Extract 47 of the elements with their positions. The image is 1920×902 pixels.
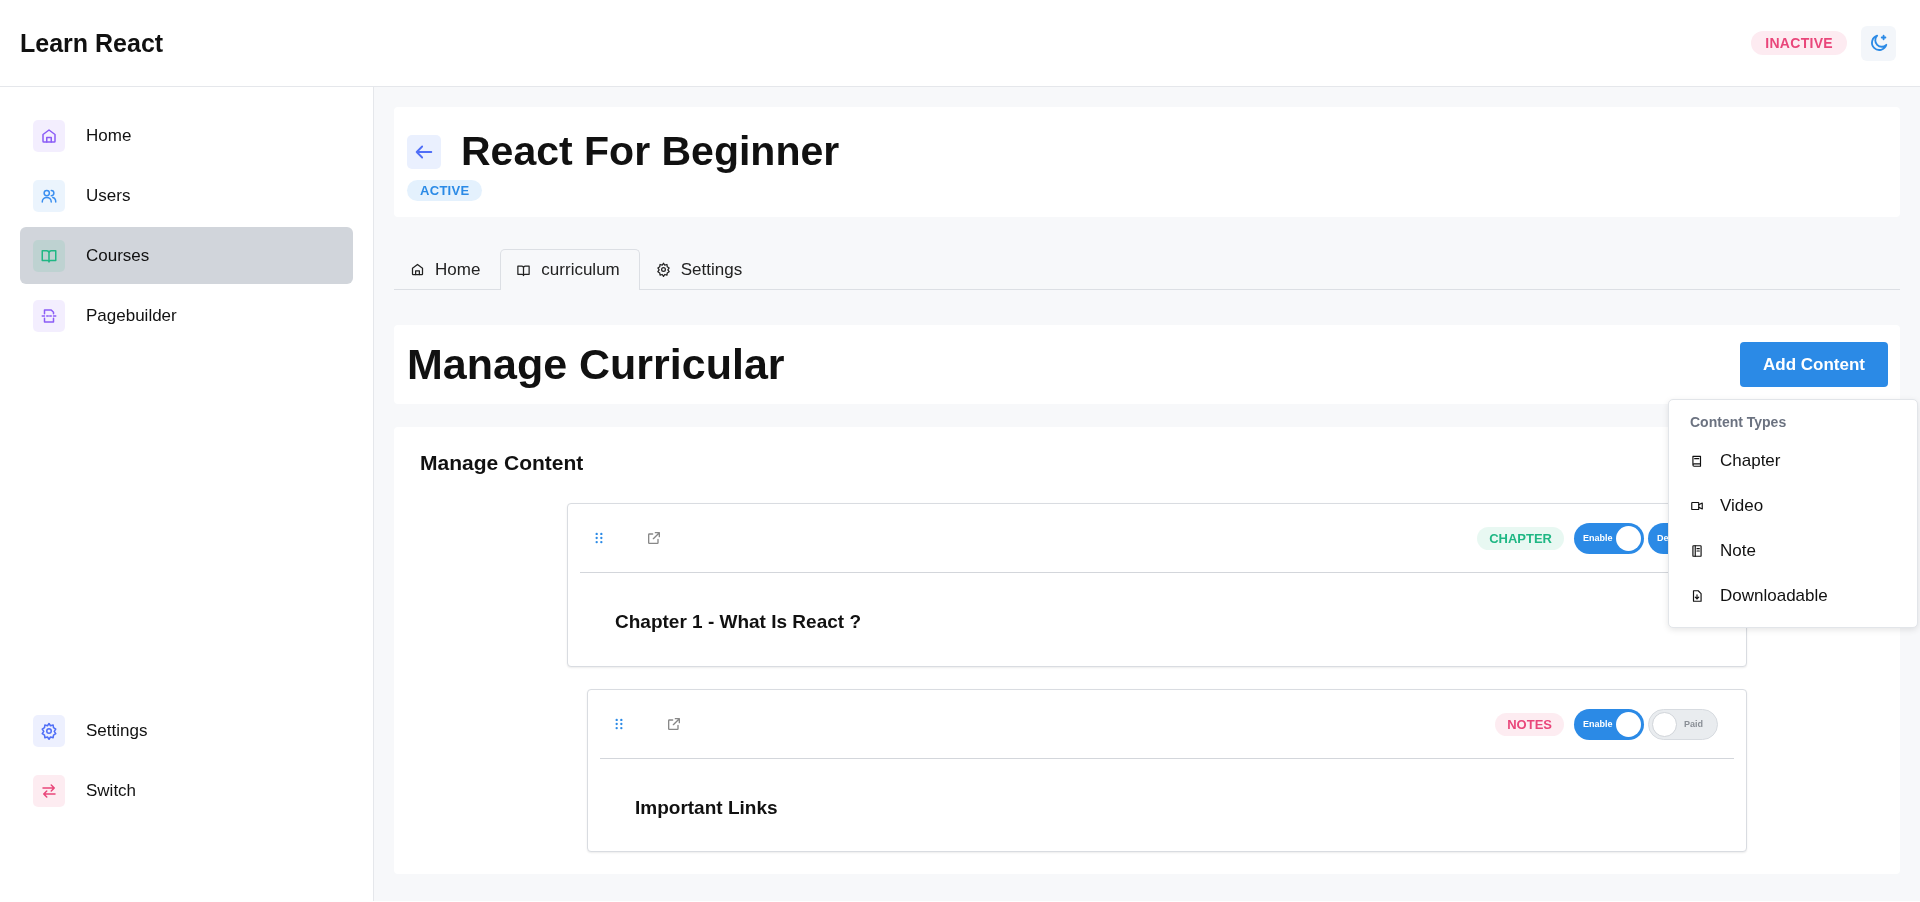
swap-arrows-icon	[40, 781, 58, 800]
external-link-icon	[666, 716, 682, 732]
sidebar-label[interactable]: Users	[86, 185, 131, 206]
tab[interactable]: curriculum	[500, 249, 640, 290]
sidebar-item[interactable]: Users	[20, 167, 353, 224]
section-title: Manage Curricular	[407, 340, 785, 389]
sidebar-item[interactable]: Courses	[20, 227, 353, 284]
toggle-switch[interactable]: Enable	[1574, 708, 1644, 740]
sidebar-label[interactable]: Home	[86, 125, 132, 146]
add-content-button[interactable]: Add Content	[1740, 342, 1888, 387]
sidebar-item[interactable]: Pagebuilder	[20, 287, 353, 344]
content-heading: Manage Content	[420, 451, 584, 475]
app-title: Learn React	[20, 28, 164, 58]
status-badge: INACTIVE	[1751, 31, 1847, 55]
book-icon	[1690, 453, 1704, 468]
sidebar-item[interactable]: Switch	[20, 762, 353, 819]
course-title: React For Beginner	[461, 128, 840, 175]
book-icon	[516, 262, 532, 278]
sidebar-label[interactable]: Pagebuilder	[86, 305, 177, 326]
notebook-icon	[1690, 543, 1704, 558]
content-item-title: Important Links	[635, 797, 779, 819]
home-icon	[40, 126, 58, 145]
theme-toggle-button[interactable]	[1861, 25, 1896, 61]
sidebar-item[interactable]: Home	[20, 107, 353, 164]
sidebar-label[interactable]: Switch	[86, 780, 137, 801]
sidebar-item[interactable]: Settings	[20, 702, 353, 759]
status-badge: ACTIVE	[407, 180, 483, 201]
tab[interactable]: Settings	[639, 249, 763, 289]
back-button[interactable]	[407, 134, 441, 169]
external-link-icon	[646, 530, 662, 546]
menu-item[interactable]: Chapter	[1690, 438, 1917, 483]
sidebar-label[interactable]: Courses	[86, 245, 150, 266]
settings-icon	[40, 721, 58, 740]
content-item-title: Chapter 1 - What Is React ?	[615, 611, 862, 633]
home-icon	[410, 262, 425, 277]
type-badge: CHAPTER	[1477, 526, 1564, 550]
menu-item[interactable]: Note	[1690, 528, 1917, 573]
menu-item[interactable]: Video	[1690, 483, 1917, 528]
menu-heading: Content Types	[1690, 414, 1788, 430]
menu-item[interactable]: Downloadable	[1690, 573, 1917, 618]
sidebar-label[interactable]: Settings	[86, 720, 148, 741]
toggle-switch[interactable]: Enable	[1574, 522, 1644, 554]
type-badge: NOTES	[1495, 712, 1564, 736]
page-icon	[40, 306, 58, 325]
settings-icon	[655, 262, 671, 277]
file-download-icon	[1690, 588, 1704, 603]
tab[interactable]: Home	[394, 249, 501, 289]
